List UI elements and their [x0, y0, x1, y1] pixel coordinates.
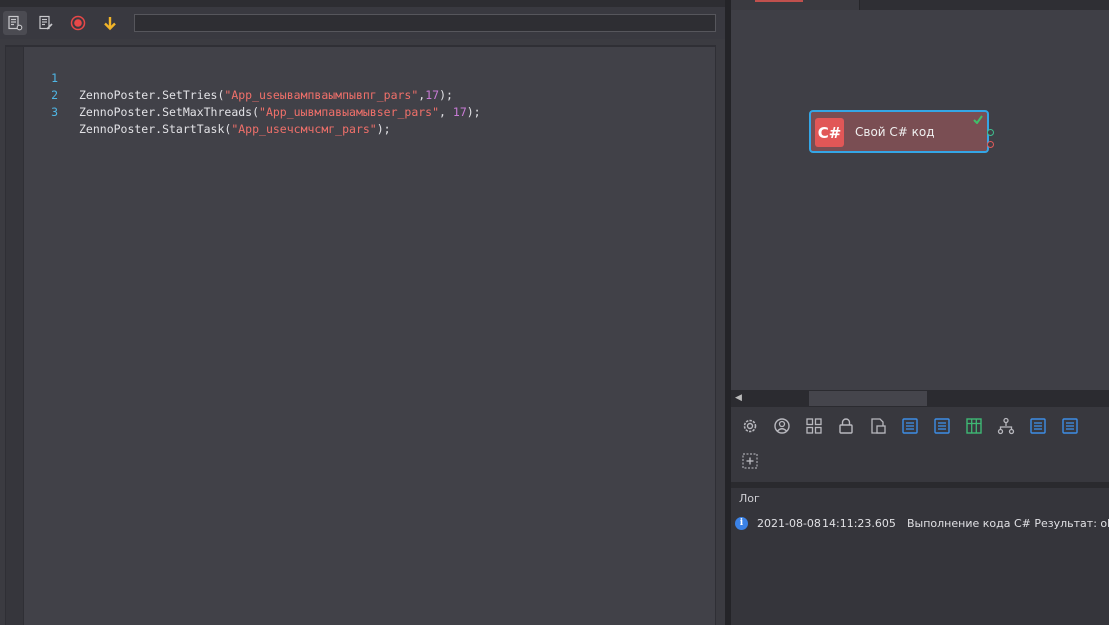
log-entry[interactable]: i 2021-08-08 14:11:23.605 Выполнение код…	[731, 514, 1109, 534]
code-editor[interactable]: 1 ZennoPoster.SetTries("App_useывампваым…	[24, 47, 715, 625]
list-icon[interactable]	[932, 416, 952, 436]
document-edit-icon	[38, 15, 54, 31]
code-text: ZennoPoster.StartTask(	[79, 122, 232, 136]
success-output-port[interactable]	[987, 129, 994, 136]
document-edit-button[interactable]	[34, 11, 58, 35]
record-button[interactable]	[66, 11, 90, 35]
tab-indicator	[755, 0, 803, 2]
project-canvas[interactable]: C# Свой C# код	[731, 10, 1109, 390]
document-settings-icon	[7, 15, 23, 31]
code-text: );	[376, 122, 391, 136]
document-settings-button[interactable]	[3, 11, 27, 35]
checkmark-icon	[973, 114, 983, 127]
project-tab-strip	[731, 0, 1109, 10]
editor-fold-gutter	[6, 47, 23, 625]
list-icon[interactable]	[900, 416, 920, 436]
csharp-code-block[interactable]: C# Свой C# код	[809, 110, 994, 153]
record-icon	[70, 15, 86, 31]
code-line: 3 ZennoPoster.StartTask("App_useчсмчсмг_…	[24, 87, 704, 136]
log-panel: Лог i 2021-08-08 14:11:23.605 Выполнение…	[731, 488, 1109, 625]
log-date: 2021-08-08	[757, 517, 821, 530]
list-icon[interactable]	[1060, 416, 1080, 436]
list-icon[interactable]	[1028, 416, 1048, 436]
scroll-left-icon[interactable]: ◀	[735, 393, 745, 403]
table-icon[interactable]	[964, 416, 984, 436]
code-editor-pane: 1 ZennoPoster.SetTries("App_useывампваым…	[0, 0, 725, 625]
user-circle-icon[interactable]	[772, 416, 792, 436]
number-literal: 17	[452, 105, 467, 119]
log-title: Лог	[739, 492, 760, 505]
hierarchy-icon[interactable]	[996, 416, 1016, 436]
code-text: ,	[439, 105, 453, 119]
error-output-port[interactable]	[987, 141, 994, 148]
code-line: 2 ZennoPoster.SetMaxThreads("App_uывмпав…	[24, 70, 704, 119]
canvas-horizontal-scrollbar[interactable]: ◀	[731, 390, 1109, 407]
log-time: 14:11:23.605	[822, 517, 896, 530]
grid-icon[interactable]	[804, 416, 824, 436]
log-message: Выполнение кода C# Результат: ok	[907, 517, 1109, 530]
editor-toolbar	[0, 7, 725, 39]
block-properties-toolbar	[731, 407, 1109, 482]
code-text: ZennoPoster.SetMaxThreads(	[79, 105, 260, 119]
code-text: );	[466, 105, 481, 119]
csharp-icon: C#	[815, 118, 844, 147]
line-number: 3	[51, 105, 58, 119]
project-tab[interactable]	[731, 0, 860, 10]
gear-icon[interactable]	[740, 416, 760, 436]
file-settings-icon[interactable]	[868, 416, 888, 436]
string-literal: "App_uывмпавыамывser_pars"	[259, 105, 440, 119]
arrow-down-icon	[102, 15, 118, 31]
step-down-button[interactable]	[98, 11, 122, 35]
string-literal: "App_useчсмчсмг_pars"	[231, 122, 377, 136]
scrollbar-thumb[interactable]	[809, 391, 927, 406]
block-label: Свой C# код	[855, 125, 935, 139]
code-line: 1 ZennoPoster.SetTries("App_useывампваым…	[24, 53, 704, 102]
toolbar-text-input[interactable]	[134, 14, 716, 32]
info-icon: i	[735, 517, 748, 530]
project-pane: C# Свой C# код ◀ Лог i 2021-08-08 14:11:…	[731, 0, 1109, 625]
add-block-icon[interactable]	[740, 451, 760, 471]
pane-header-strip	[0, 0, 725, 7]
lock-icon[interactable]	[836, 416, 856, 436]
